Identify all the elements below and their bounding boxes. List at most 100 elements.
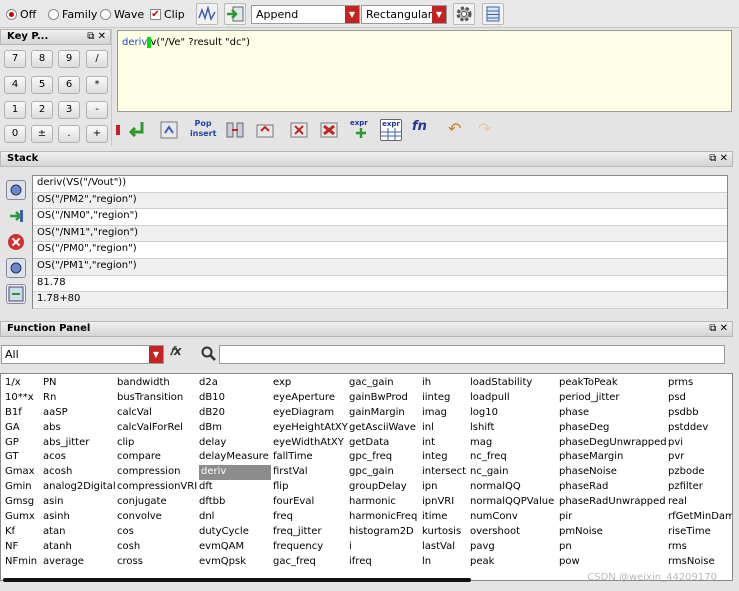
function-item[interactable]: dnl	[199, 510, 271, 525]
function-item[interactable]: freq	[273, 510, 348, 525]
function-item[interactable]: normalQQPValue	[470, 495, 554, 510]
function-item[interactable]: pir	[559, 510, 667, 525]
function-item[interactable]: nc_gain	[470, 465, 554, 480]
function-button[interactable]: fn	[412, 119, 434, 141]
function-item[interactable]: fallTime	[273, 450, 348, 465]
function-search-input[interactable]	[219, 345, 725, 364]
function-item[interactable]: phase	[559, 406, 667, 421]
function-item[interactable]: dft	[199, 480, 271, 495]
function-item[interactable]: peak	[470, 555, 554, 570]
function-item[interactable]: rms	[668, 540, 732, 555]
function-item[interactable]: normalQQ	[470, 480, 554, 495]
function-item[interactable]: exp	[273, 376, 348, 391]
function-item[interactable]: gpc_freq	[349, 450, 417, 465]
clear-stack-button[interactable]	[318, 119, 340, 141]
append-mode-select[interactable]: Append ▼	[251, 5, 360, 24]
stack-up-button[interactable]	[6, 180, 26, 200]
function-item[interactable]: freq_jitter	[273, 525, 348, 540]
function-item[interactable]: cosh	[117, 540, 197, 555]
wave-tool-button[interactable]	[196, 3, 218, 25]
function-item[interactable]: intersect	[422, 465, 466, 480]
window-shape-select[interactable]: Rectangular ▼	[361, 5, 447, 24]
copy-stack-button[interactable]	[254, 119, 276, 141]
function-item[interactable]: lastVal	[422, 540, 466, 555]
function-item[interactable]: Gumx	[5, 510, 37, 525]
stack-row[interactable]: OS("/PM1","region")	[33, 258, 727, 276]
function-item[interactable]: asinh	[43, 510, 116, 525]
function-filter-select[interactable]: All ▼	[1, 345, 164, 364]
function-item[interactable]: NF	[5, 540, 37, 555]
function-item[interactable]: abs_jitter	[43, 436, 116, 451]
stack-row[interactable]: OS("/NM1","region")	[33, 225, 727, 243]
function-item[interactable]: B1f	[5, 406, 37, 421]
function-item[interactable]: Gmsg	[5, 495, 37, 510]
function-item[interactable]: gac_gain	[349, 376, 417, 391]
function-item[interactable]: ln	[422, 555, 466, 570]
function-item[interactable]: aaSP	[43, 406, 116, 421]
key-0[interactable]: 0	[4, 125, 26, 143]
function-item[interactable]: int	[422, 436, 466, 451]
function-item[interactable]: phaseDegUnwrapped	[559, 436, 667, 451]
function-item[interactable]: eyeDiagram	[273, 406, 348, 421]
function-item[interactable]: clip	[117, 436, 197, 451]
function-item[interactable]: log10	[470, 406, 554, 421]
key-4[interactable]: 4	[4, 76, 26, 94]
function-item[interactable]: calcValForRel	[117, 421, 197, 436]
function-item[interactable]: kurtosis	[422, 525, 466, 540]
function-item[interactable]: ipn	[422, 480, 466, 495]
function-item[interactable]: period_jitter	[559, 391, 667, 406]
stack-row[interactable]: 81.78	[33, 276, 727, 293]
function-item[interactable]: imag	[422, 406, 466, 421]
function-item[interactable]: pvi	[668, 436, 732, 451]
function-item[interactable]: bandwidth	[117, 376, 197, 391]
stack-expr-button[interactable]	[6, 284, 26, 304]
function-item[interactable]: dB20	[199, 406, 271, 421]
panel-controls[interactable]: ⧉ ✕	[709, 323, 728, 334]
push-stack-button[interactable]	[158, 119, 180, 141]
settings-button[interactable]	[453, 3, 475, 25]
function-item[interactable]: harmonic	[349, 495, 417, 510]
function-item[interactable]: nc_freq	[470, 450, 554, 465]
function-item[interactable]: pzfilter	[668, 480, 732, 495]
function-item[interactable]: calcVal	[117, 406, 197, 421]
function-item[interactable]: cos	[117, 525, 197, 540]
function-item[interactable]: riseTime	[668, 525, 732, 540]
function-item[interactable]: cross	[117, 555, 197, 570]
stack-row[interactable]: OS("/NM0","region")	[33, 209, 727, 226]
key-3[interactable]: 3	[58, 101, 80, 119]
radio-wave[interactable]: Wave	[100, 8, 144, 21]
function-item[interactable]: delayMeasure	[199, 450, 271, 465]
function-item[interactable]: busTransition	[117, 391, 197, 406]
key-2[interactable]: 2	[31, 101, 53, 119]
function-item[interactable]: phaseRadUnwrapped	[559, 495, 667, 510]
function-item[interactable]: itime	[422, 510, 466, 525]
radio-off[interactable]: Off	[6, 8, 36, 21]
function-item[interactable]: Gmax	[5, 465, 37, 480]
pop-insert-button[interactable]: Pop insert	[190, 119, 216, 141]
radio-family[interactable]: Family	[48, 8, 97, 21]
key-decimal[interactable]: .	[58, 125, 80, 143]
function-item[interactable]: 1/x	[5, 376, 37, 391]
function-item[interactable]: abs	[43, 421, 116, 436]
function-item[interactable]: GP	[5, 436, 37, 451]
function-item[interactable]: convolve	[117, 510, 197, 525]
function-item[interactable]: compressionVRI	[117, 480, 197, 495]
function-item[interactable]: numConv	[470, 510, 554, 525]
expression-editor[interactable]: deriv v("/Ve" ?result "dc")	[117, 30, 732, 112]
function-item[interactable]: eyeWidthAtXY	[273, 436, 348, 451]
function-item[interactable]: pow	[559, 555, 667, 570]
function-item[interactable]: prms	[668, 376, 732, 391]
function-item[interactable]: evmQpsk	[199, 555, 271, 570]
function-item[interactable]: acosh	[43, 465, 116, 480]
key-1[interactable]: 1	[4, 101, 26, 119]
function-item[interactable]: real	[668, 495, 732, 510]
function-item[interactable]: Kf	[5, 525, 37, 540]
function-item[interactable]: dutyCycle	[199, 525, 271, 540]
function-item[interactable]: gainMargin	[349, 406, 417, 421]
function-item[interactable]: phaseNoise	[559, 465, 667, 480]
fx-icon[interactable]: 𝑓x	[170, 344, 192, 364]
function-item[interactable]: 10**x	[5, 391, 37, 406]
function-item[interactable]: PN	[43, 376, 116, 391]
function-item[interactable]: atan	[43, 525, 116, 540]
function-item[interactable]: dBm	[199, 421, 271, 436]
